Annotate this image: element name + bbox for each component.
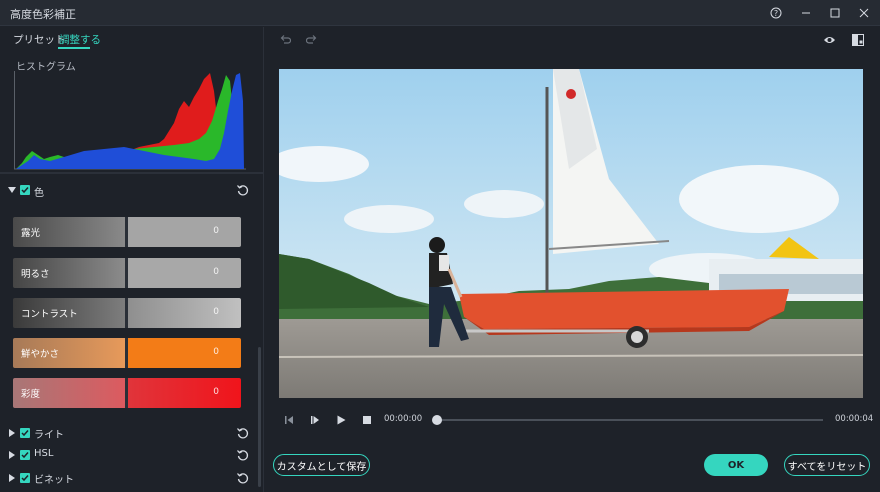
- undo-icon[interactable]: [279, 33, 291, 45]
- light-checkbox[interactable]: [20, 428, 30, 438]
- vibrance-slider[interactable]: 鮮やかさ 0: [13, 338, 241, 368]
- save-as-custom-button[interactable]: カスタムとして保存: [273, 454, 370, 476]
- slider-label: 彩度: [21, 389, 41, 400]
- color-checkbox[interactable]: [20, 185, 30, 195]
- expand-icon[interactable]: [8, 187, 16, 193]
- expand-icon[interactable]: [9, 429, 15, 437]
- svg-text:?: ?: [774, 9, 778, 18]
- slider-handle[interactable]: [125, 298, 128, 328]
- hsl-section-header[interactable]: HSL: [0, 447, 264, 463]
- compare-icon[interactable]: [852, 34, 864, 46]
- light-section-label: ライト: [34, 430, 64, 441]
- slider-label: 鮮やかさ: [21, 349, 60, 360]
- reset-icon[interactable]: [236, 183, 250, 197]
- redo-icon[interactable]: [306, 33, 318, 45]
- eye-icon[interactable]: [823, 35, 836, 45]
- slider-label: 明るさ: [21, 269, 50, 280]
- vignette-checkbox[interactable]: [20, 473, 30, 483]
- panel-scrollbar[interactable]: [258, 347, 261, 487]
- next-frame-icon[interactable]: [309, 414, 321, 426]
- check-icon: [21, 430, 29, 437]
- slider-handle[interactable]: [125, 217, 128, 247]
- adjust-panel: プリセット 調整する ヒストグラム 色 露光 0 明るさ 0 コントラスト 0 …: [0, 27, 264, 492]
- timeline-playhead[interactable]: [432, 415, 442, 425]
- color-section-header[interactable]: 色: [0, 182, 264, 200]
- tab-presets[interactable]: プリセット: [13, 32, 66, 47]
- maximize-icon[interactable]: [825, 3, 845, 23]
- ok-button[interactable]: OK: [704, 454, 768, 476]
- tab-adjust[interactable]: 調整する: [59, 32, 101, 47]
- window-title: 高度色彩補正: [10, 8, 76, 21]
- expand-icon[interactable]: [9, 474, 15, 482]
- tab-bar: プリセット 調整する: [0, 27, 264, 49]
- slider-handle[interactable]: [125, 378, 128, 408]
- light-section-header[interactable]: ライト: [0, 425, 264, 441]
- help-icon[interactable]: ?: [766, 3, 786, 23]
- slider-value: 0: [213, 387, 219, 397]
- check-icon: [21, 187, 29, 194]
- stop-icon[interactable]: [361, 414, 373, 426]
- contrast-slider[interactable]: コントラスト 0: [13, 298, 241, 328]
- hsl-checkbox[interactable]: [20, 450, 30, 460]
- slider-handle[interactable]: [125, 338, 128, 368]
- reset-icon[interactable]: [236, 448, 250, 462]
- slider-handle[interactable]: [125, 258, 128, 288]
- video-preview: [279, 69, 863, 398]
- slider-value: 0: [213, 226, 219, 236]
- slider-value: 0: [213, 267, 219, 277]
- active-tab-indicator: [58, 47, 90, 49]
- histogram-chart: [14, 71, 246, 171]
- reset-all-button[interactable]: すべてをリセット: [784, 454, 870, 476]
- title-bar: 高度色彩補正 ?: [0, 0, 880, 26]
- expand-icon[interactable]: [9, 451, 15, 459]
- current-time: 00:00:00: [384, 414, 423, 424]
- prev-frame-icon[interactable]: [283, 414, 295, 426]
- timeline-track[interactable]: [437, 419, 823, 421]
- vignette-section-header[interactable]: ビネット: [0, 470, 264, 486]
- exposure-slider[interactable]: 露光 0: [13, 217, 241, 247]
- play-icon[interactable]: [335, 414, 347, 426]
- color-section-label: 色: [34, 188, 44, 199]
- playback-bar: 00:00:00 00:00:04: [279, 410, 873, 430]
- hsl-section-label: HSL: [34, 448, 54, 459]
- slider-value: 0: [213, 307, 219, 317]
- saturation-slider[interactable]: 彩度 0: [13, 378, 241, 408]
- reset-icon[interactable]: [236, 426, 250, 440]
- slider-value: 0: [213, 347, 219, 357]
- section-divider: [0, 172, 264, 174]
- check-icon: [21, 475, 29, 482]
- brightness-slider[interactable]: 明るさ 0: [13, 258, 241, 288]
- vignette-section-label: ビネット: [34, 475, 74, 486]
- close-icon[interactable]: [854, 3, 874, 23]
- slider-label: コントラスト: [21, 309, 78, 320]
- duration: 00:00:04: [835, 414, 874, 424]
- check-icon: [21, 452, 29, 459]
- slider-label: 露光: [21, 228, 41, 239]
- reset-icon[interactable]: [236, 471, 250, 485]
- minimize-icon[interactable]: [796, 3, 816, 23]
